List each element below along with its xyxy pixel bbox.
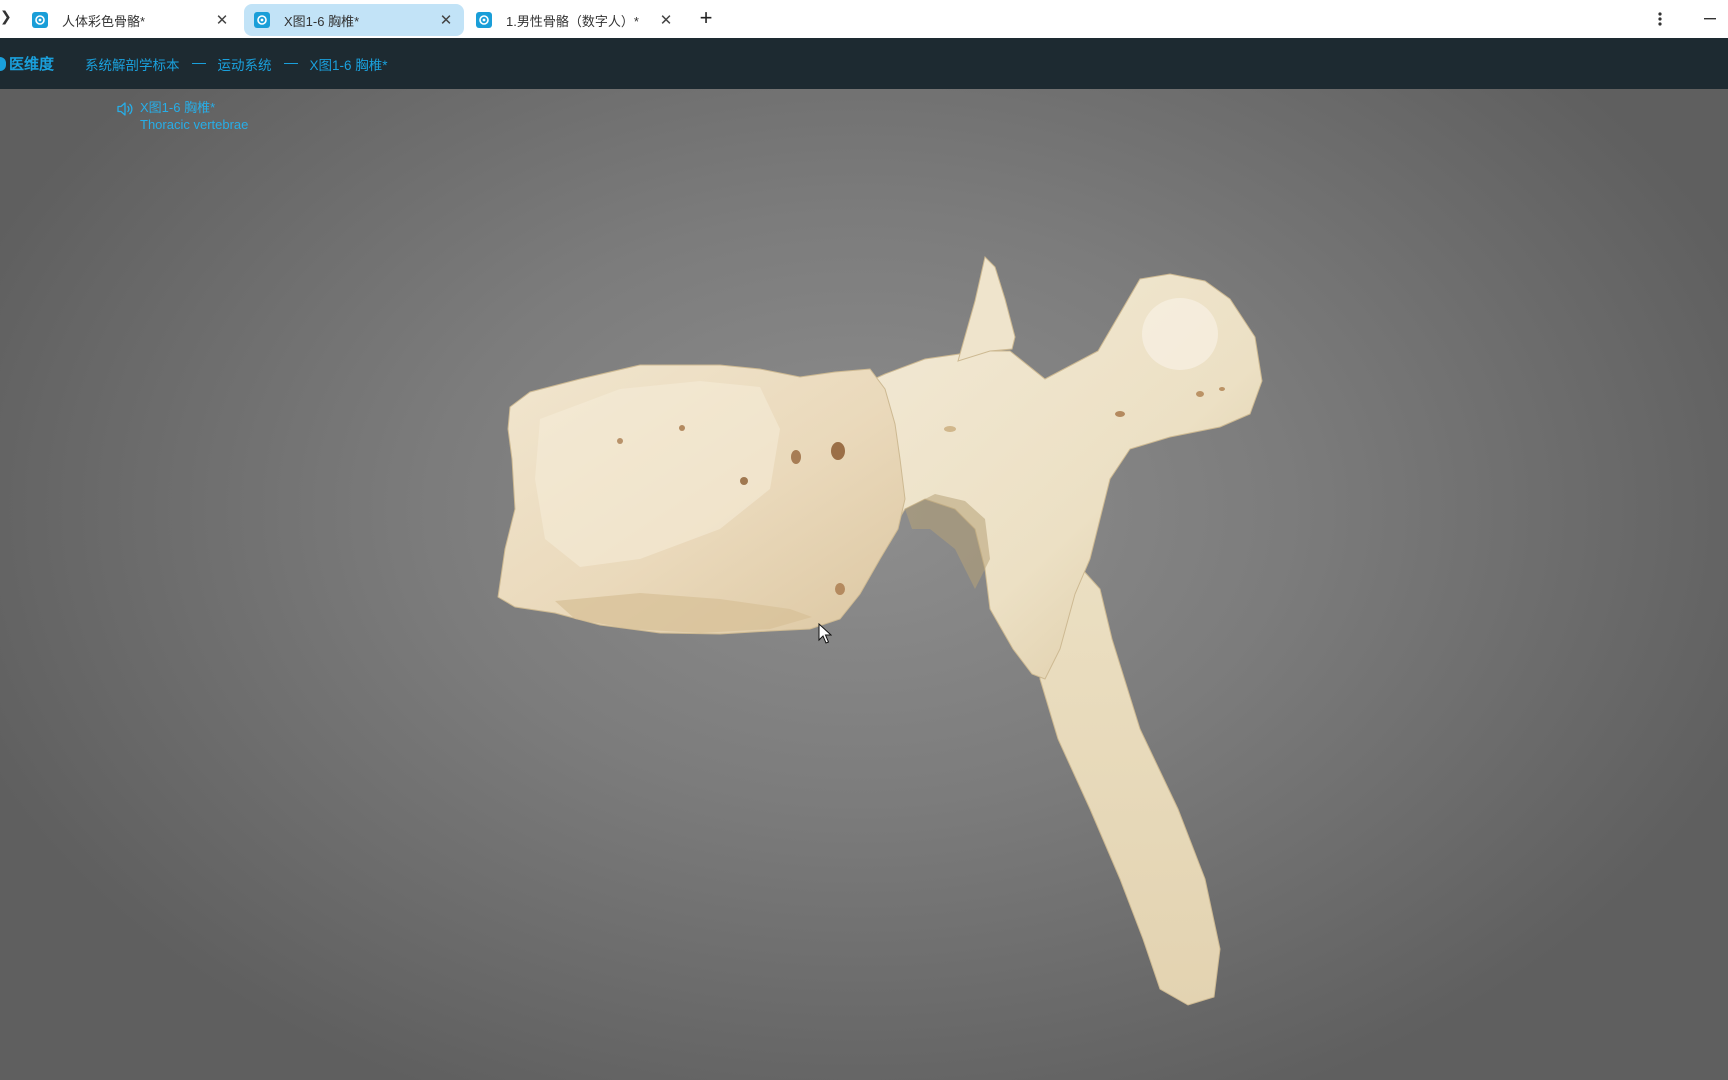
tab-human-color-skeleton[interactable]: 人体彩色骨骼* ✕ xyxy=(22,4,240,36)
close-tab-icon[interactable]: ✕ xyxy=(658,12,674,29)
breadcrumb: 系统解剖学标本 运动系统 X图1-6 胸椎* xyxy=(85,38,388,89)
new-tab-button[interactable]: + xyxy=(694,5,718,30)
brand-logo[interactable]: 医维度 xyxy=(0,38,54,89)
close-tab-icon[interactable]: ✕ xyxy=(214,12,230,29)
app-header: 医维度 系统解剖学标本 运动系统 X图1-6 胸椎* xyxy=(0,38,1728,89)
breadcrumb-item-current-model: X图1-6 胸椎* xyxy=(309,57,388,73)
tab-strip-edge-icon: ❯ xyxy=(0,8,12,24)
browser-menu-icon[interactable] xyxy=(1652,8,1668,30)
tab-title: 1.男性骨骼（数字人）* xyxy=(506,13,639,29)
browser-tab-strip: ❯ 人体彩色骨骼* ✕ X图1-6 胸椎* ✕ 1.男性骨骼（数字人）* ✕ + xyxy=(0,0,1728,38)
breadcrumb-item-locomotor-system[interactable]: 运动系统 xyxy=(218,54,272,74)
minimize-window-icon[interactable] xyxy=(1700,8,1720,30)
thoracic-vertebra-model[interactable] xyxy=(0,89,1728,1080)
close-tab-icon[interactable]: ✕ xyxy=(438,12,454,29)
3d-model-viewport[interactable]: X图1-6 胸椎* Thoracic vertebrae xyxy=(0,89,1728,1080)
tab-title: X图1-6 胸椎* xyxy=(284,13,360,29)
tab-male-skeleton[interactable]: 1.男性骨骼（数字人）* ✕ xyxy=(466,4,684,36)
app-favicon-icon xyxy=(476,12,492,28)
breadcrumb-separator xyxy=(283,62,298,65)
tab-title: 人体彩色骨骼* xyxy=(62,13,146,29)
app-favicon-icon xyxy=(32,12,48,28)
tab-thoracic-vertebrae[interactable]: X图1-6 胸椎* ✕ xyxy=(244,4,464,36)
brand-mark-icon xyxy=(0,56,6,71)
breadcrumb-separator xyxy=(191,62,206,65)
brand-name: 医维度 xyxy=(9,55,55,73)
breadcrumb-item-systematic-anatomy[interactable]: 系统解剖学标本 xyxy=(85,54,180,74)
app-favicon-icon xyxy=(254,12,270,28)
mouse-cursor-icon xyxy=(818,623,832,644)
